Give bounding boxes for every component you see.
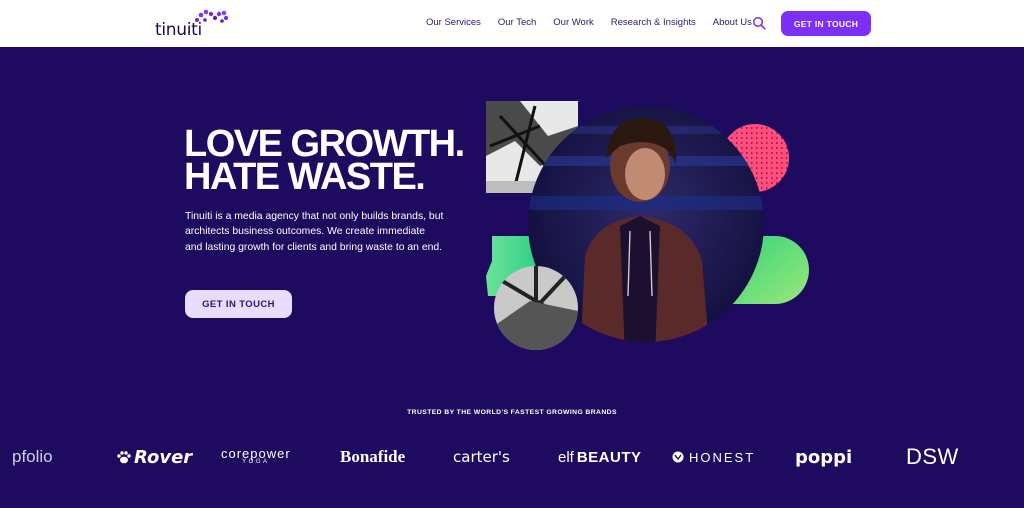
- brand-rover-logo: Rover: [116, 446, 192, 468]
- brand-honest-logo: HONEST: [672, 446, 755, 468]
- nav-research-insights[interactable]: Research & Insights: [611, 17, 696, 31]
- trusted-heading: TRUSTED BY THE WORLD'S FASTEST GROWING B…: [407, 409, 617, 416]
- brand-appfolio-logo: pfolio: [12, 447, 53, 466]
- hero-image-collage: [486, 101, 809, 350]
- honest-mark-icon: [672, 451, 684, 463]
- get-in-touch-hero-button[interactable]: GET IN TOUCH: [185, 290, 292, 318]
- hero-headline: LOVE GROWTH. HATE WASTE.: [184, 125, 465, 198]
- nav-our-tech[interactable]: Our Tech: [498, 17, 536, 31]
- nav-about-us[interactable]: About Us: [713, 17, 752, 31]
- brand-elf-beauty-logo: elf BEAUTY: [558, 446, 642, 468]
- brand-bonafide-logo: Bonafide: [340, 447, 406, 466]
- brand-carters-logo: carter's: [453, 448, 510, 466]
- corepower-yoga-text: YOGA: [242, 459, 270, 465]
- logo-dots-icon: [195, 9, 228, 23]
- nav-our-services[interactable]: Our Services: [426, 17, 481, 31]
- get-in-touch-header-button[interactable]: GET IN TOUCH: [781, 11, 871, 36]
- brand-corepower-logo: corepower YOGA: [221, 446, 291, 468]
- hero-description: Tinuiti is a media agency that not only …: [185, 211, 444, 253]
- honest-text: HONEST: [689, 449, 756, 465]
- top-navigation: tinuiti Our Services Our Tech Our Work R…: [0, 0, 1024, 47]
- headline-line-2: HATE WASTE.: [184, 156, 426, 198]
- search-icon[interactable]: [752, 16, 766, 30]
- brand-poppi-logo: poppi: [795, 446, 853, 468]
- rover-text: Rover: [134, 446, 193, 468]
- paw-icon: [117, 451, 131, 464]
- beauty-text: BEAUTY: [576, 448, 642, 466]
- nav-links: Our Services Our Tech Our Work Research …: [426, 17, 769, 31]
- elf-text: elf: [558, 448, 574, 466]
- brand-dsw-logo: DSW: [906, 444, 959, 469]
- collage-bw-circle: [494, 266, 578, 350]
- nav-our-work[interactable]: Our Work: [553, 17, 593, 31]
